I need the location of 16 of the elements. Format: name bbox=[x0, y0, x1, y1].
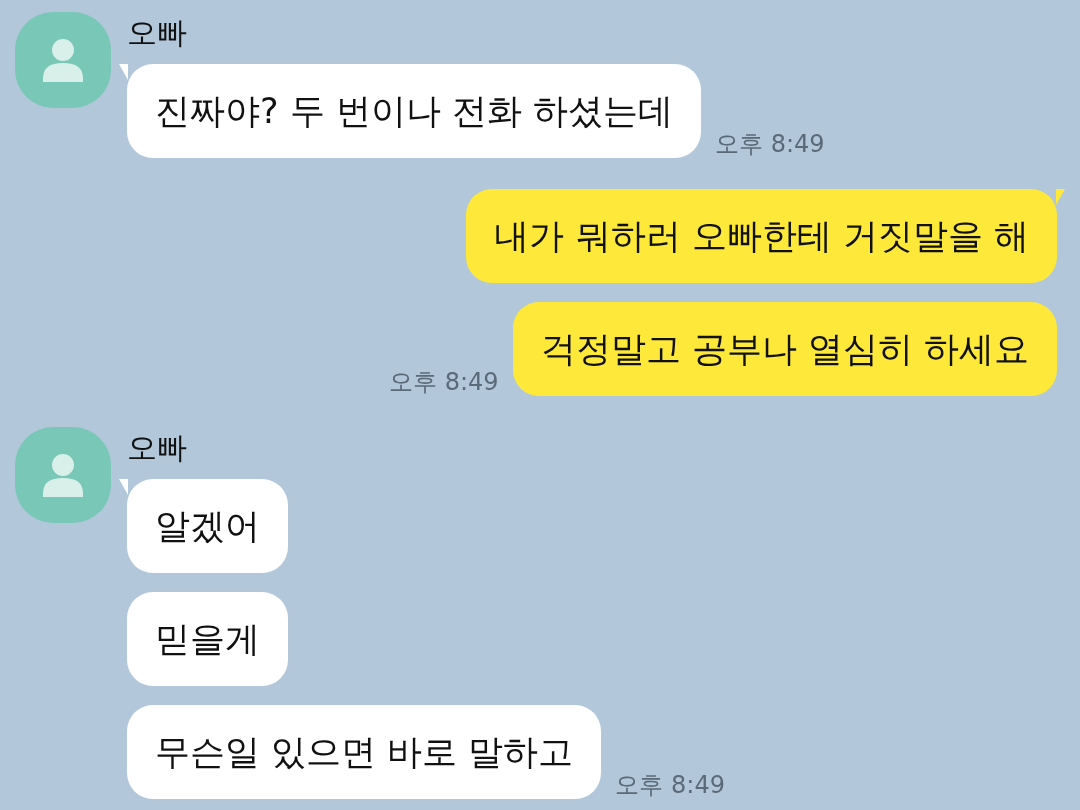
sender-name: 오빠 bbox=[127, 431, 188, 465]
message-bubble: 믿을게 bbox=[127, 592, 288, 686]
avatar-icon[interactable] bbox=[15, 427, 111, 523]
bubble-tail bbox=[119, 479, 128, 495]
message-bubble: 걱정말고 공부나 열심히 하세요 bbox=[512, 302, 1057, 396]
bubble-tail bbox=[1056, 189, 1065, 205]
bubble-tail bbox=[119, 64, 128, 80]
avatar-icon[interactable] bbox=[15, 12, 111, 108]
sender-name: 오빠 bbox=[127, 16, 188, 50]
message-time: 오후 8:49 bbox=[389, 367, 499, 398]
message-time: 오후 8:49 bbox=[715, 129, 825, 160]
message-bubble: 알겠어 bbox=[127, 479, 288, 573]
message-bubble: 무슨일 있으면 바로 말하고 bbox=[127, 705, 602, 799]
message-bubble: 내가 뭐하러 오빠한테 거짓말을 해 bbox=[466, 189, 1057, 283]
message-bubble: 진짜야? 두 번이나 전화 하셨는데 bbox=[127, 64, 702, 158]
message-time: 오후 8:49 bbox=[615, 770, 725, 801]
